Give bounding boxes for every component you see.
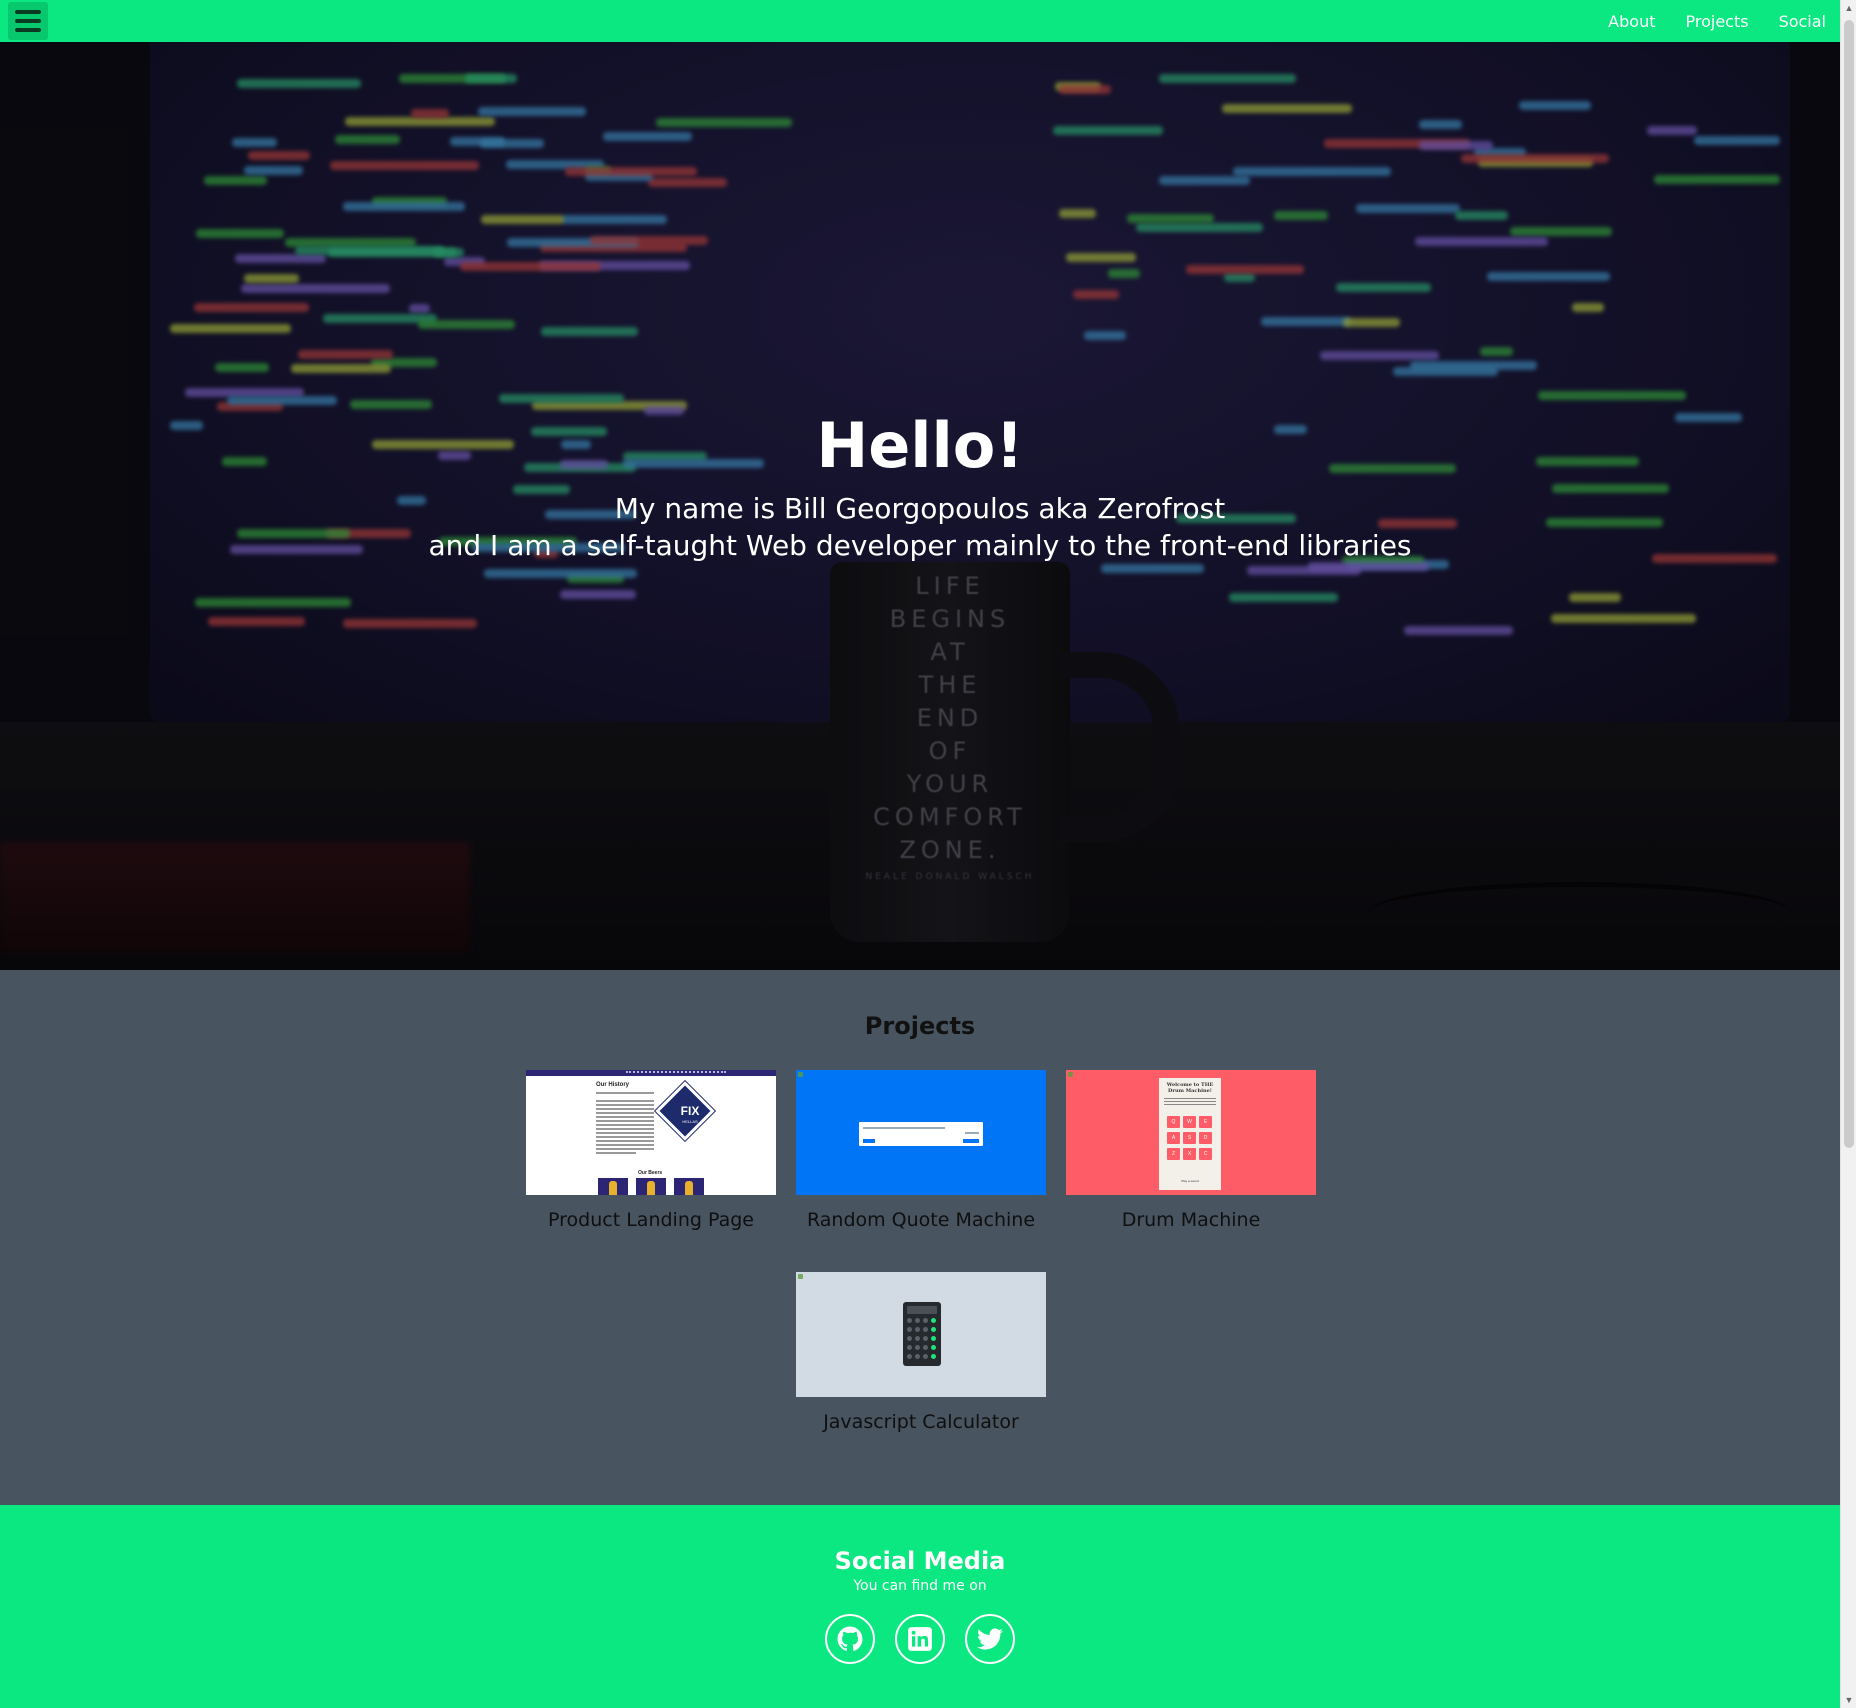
calculator-key bbox=[923, 1318, 928, 1323]
drum-key: D bbox=[1199, 1132, 1212, 1144]
project-card-product-landing-page[interactable]: Our History FIX HELLAS Our Beers Product… bbox=[526, 1070, 776, 1231]
calculator-key bbox=[907, 1327, 912, 1332]
thumbnail-badge-text: FIX bbox=[680, 1104, 700, 1118]
social-title: Social Media bbox=[834, 1547, 1006, 1575]
social-subtitle: You can find me on bbox=[853, 1578, 987, 1594]
calculator-key bbox=[931, 1318, 936, 1323]
thumbnail-title: Welcome to THE Drum Machine! bbox=[1166, 1082, 1214, 1094]
twitter-icon[interactable] bbox=[965, 1614, 1015, 1664]
hero-title: Hello! bbox=[816, 409, 1024, 482]
project-thumbnail[interactable] bbox=[796, 1070, 1046, 1195]
nav-links: About Projects Social bbox=[1608, 12, 1826, 31]
page-scrollbar[interactable]: ▲ ▼ ▼ bbox=[1840, 0, 1856, 1708]
drum-key: S bbox=[1183, 1132, 1196, 1144]
drum-key: Z bbox=[1167, 1148, 1180, 1160]
hero-subtitle-line-1: My name is Bill Georgopoulos aka Zerofro… bbox=[614, 492, 1226, 525]
projects-title: Projects bbox=[864, 1012, 976, 1040]
social-icons bbox=[0, 1614, 1840, 1664]
github-icon[interactable] bbox=[825, 1614, 875, 1664]
calculator-key bbox=[915, 1336, 920, 1341]
calculator-key bbox=[931, 1345, 936, 1350]
nav-link-about[interactable]: About bbox=[1608, 12, 1655, 31]
drum-key: C bbox=[1199, 1148, 1212, 1160]
hero-section: LIFE BEGINS AT THE END OF YOUR COMFORT Z… bbox=[0, 42, 1840, 970]
project-label[interactable]: Javascript Calculator bbox=[796, 1411, 1046, 1433]
calculator-key bbox=[915, 1345, 920, 1350]
project-card-javascript-calculator[interactable]: Javascript Calculator bbox=[796, 1272, 1046, 1433]
project-label[interactable]: Drum Machine bbox=[1066, 1209, 1316, 1231]
thumbnail-badge-subtext: HELLAS bbox=[682, 1119, 698, 1124]
calculator-key bbox=[907, 1318, 912, 1323]
linkedin-icon[interactable] bbox=[895, 1614, 945, 1664]
calculator-key bbox=[931, 1327, 936, 1332]
calculator-key bbox=[907, 1354, 912, 1359]
drum-key: E bbox=[1199, 1116, 1212, 1128]
calculator-key bbox=[915, 1327, 920, 1332]
project-label[interactable]: Random Quote Machine bbox=[796, 1209, 1046, 1231]
project-card-drum-machine[interactable]: Welcome to THE Drum Machine! Play a soun… bbox=[1066, 1070, 1316, 1231]
calculator-key bbox=[907, 1345, 912, 1350]
drum-key: Q bbox=[1167, 1116, 1180, 1128]
calculator-key bbox=[923, 1345, 928, 1350]
nav-link-projects[interactable]: Projects bbox=[1685, 12, 1748, 31]
top-navbar: About Projects Social bbox=[0, 0, 1840, 42]
calculator-key bbox=[931, 1354, 936, 1359]
hero-text: Hello! My name is Bill Georgopoulos aka … bbox=[0, 410, 1840, 564]
project-label[interactable]: Product Landing Page bbox=[526, 1209, 776, 1231]
calculator-key bbox=[931, 1336, 936, 1341]
drum-key: A bbox=[1167, 1132, 1180, 1144]
calculator-key bbox=[915, 1354, 920, 1359]
calculator-key bbox=[923, 1327, 928, 1332]
project-thumbnail[interactable]: Welcome to THE Drum Machine! Play a soun… bbox=[1066, 1070, 1316, 1195]
thumbnail-section-title: Our Beers bbox=[638, 1170, 663, 1176]
scroll-down-arrow-icon[interactable]: ▼ bbox=[1841, 1692, 1856, 1708]
calculator-key bbox=[915, 1318, 920, 1323]
calculator-key bbox=[923, 1336, 928, 1341]
social-section: Social Media You can find me on bbox=[0, 1505, 1840, 1708]
thumbnail-heading: Our History bbox=[596, 1082, 630, 1088]
hero-subtitle-line-2: and I am a self-taught Web developer mai… bbox=[428, 529, 1412, 562]
thumbnail-footer: Play a sound bbox=[1181, 1179, 1199, 1183]
scroll-up-arrow-icon[interactable]: ▲ bbox=[1841, 0, 1856, 16]
hero-subtitle: My name is Bill Georgopoulos aka Zerofro… bbox=[0, 490, 1840, 564]
project-card-random-quote-machine[interactable]: Random Quote Machine bbox=[796, 1070, 1046, 1231]
drum-key: X bbox=[1183, 1148, 1196, 1160]
scrollbar-thumb[interactable] bbox=[1844, 20, 1854, 1148]
calculator-key bbox=[907, 1336, 912, 1341]
hamburger-menu-icon[interactable] bbox=[8, 2, 48, 40]
project-thumbnail[interactable] bbox=[796, 1272, 1046, 1397]
project-thumbnail[interactable]: Our History FIX HELLAS Our Beers bbox=[526, 1070, 776, 1195]
drum-key: W bbox=[1183, 1116, 1196, 1128]
calculator-key bbox=[923, 1354, 928, 1359]
projects-section: Projects Our History FIX HELLAS Our Beer… bbox=[0, 970, 1840, 1505]
nav-link-social[interactable]: Social bbox=[1779, 12, 1826, 31]
